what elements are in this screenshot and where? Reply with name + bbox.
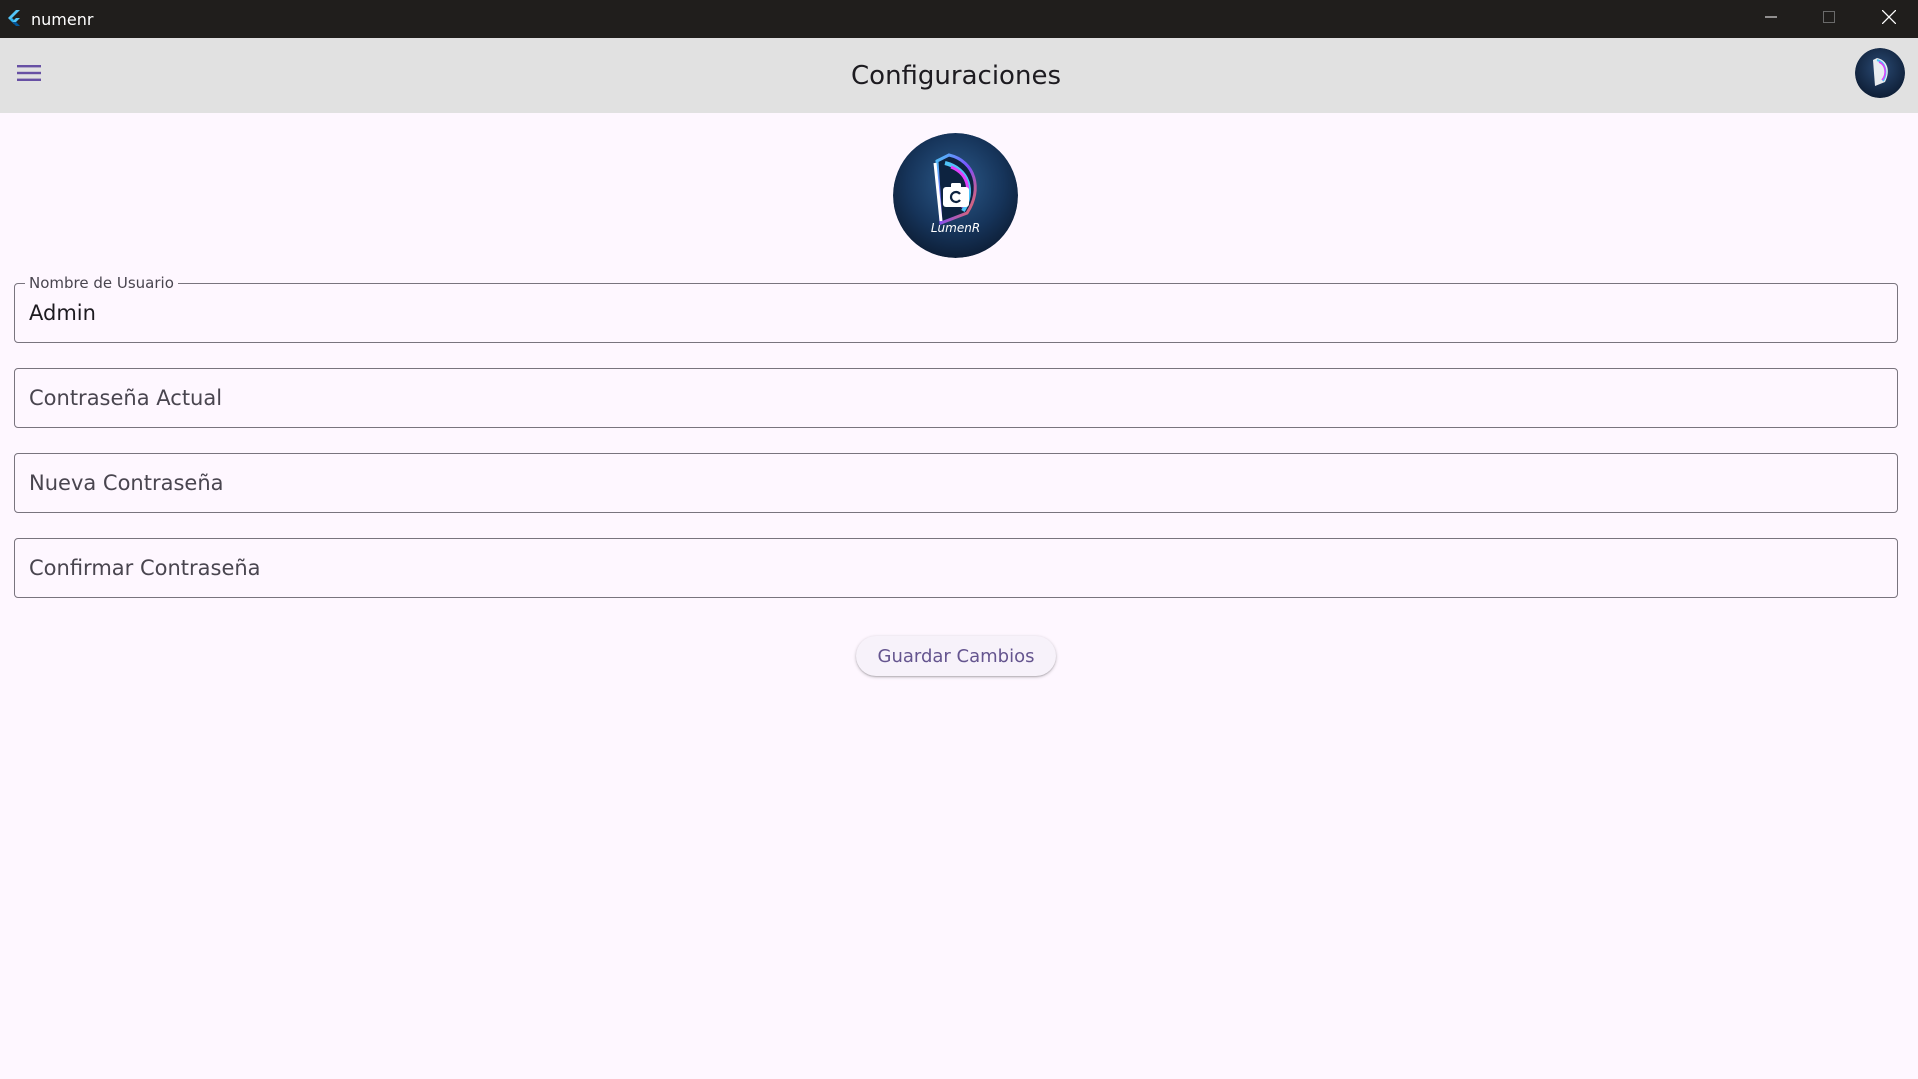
minimize-icon [1765, 10, 1777, 28]
confirm-password-field[interactable] [14, 538, 1898, 598]
maximize-button[interactable] [1800, 0, 1858, 38]
username-field[interactable]: Nombre de Usuario [14, 274, 1898, 343]
user-avatar[interactable] [1855, 48, 1905, 98]
current-password-input[interactable] [15, 369, 1897, 427]
close-button[interactable] [1860, 0, 1918, 38]
camera-icon [942, 182, 970, 208]
window-title: numenr [31, 9, 94, 29]
app-bar: Configuraciones [0, 38, 1918, 113]
new-password-field[interactable] [14, 453, 1898, 513]
page-title: Configuraciones [851, 60, 1061, 91]
confirm-password-input[interactable] [15, 539, 1897, 597]
username-input[interactable] [15, 284, 1897, 342]
current-password-field[interactable] [14, 368, 1898, 428]
save-changes-button[interactable]: Guardar Cambios [856, 636, 1056, 676]
logo-avatar-icon [1855, 48, 1905, 98]
window-titlebar: numenr [0, 0, 1918, 38]
new-password-input[interactable] [15, 454, 1897, 512]
logo-text: LumenR [930, 221, 981, 235]
maximize-icon [1823, 10, 1835, 28]
minimize-button[interactable] [1742, 0, 1800, 38]
close-icon [1881, 9, 1897, 29]
flutter-logo-icon [5, 10, 23, 28]
username-label: Nombre de Usuario [25, 274, 178, 292]
profile-avatar[interactable]: LumenR [893, 133, 1018, 258]
